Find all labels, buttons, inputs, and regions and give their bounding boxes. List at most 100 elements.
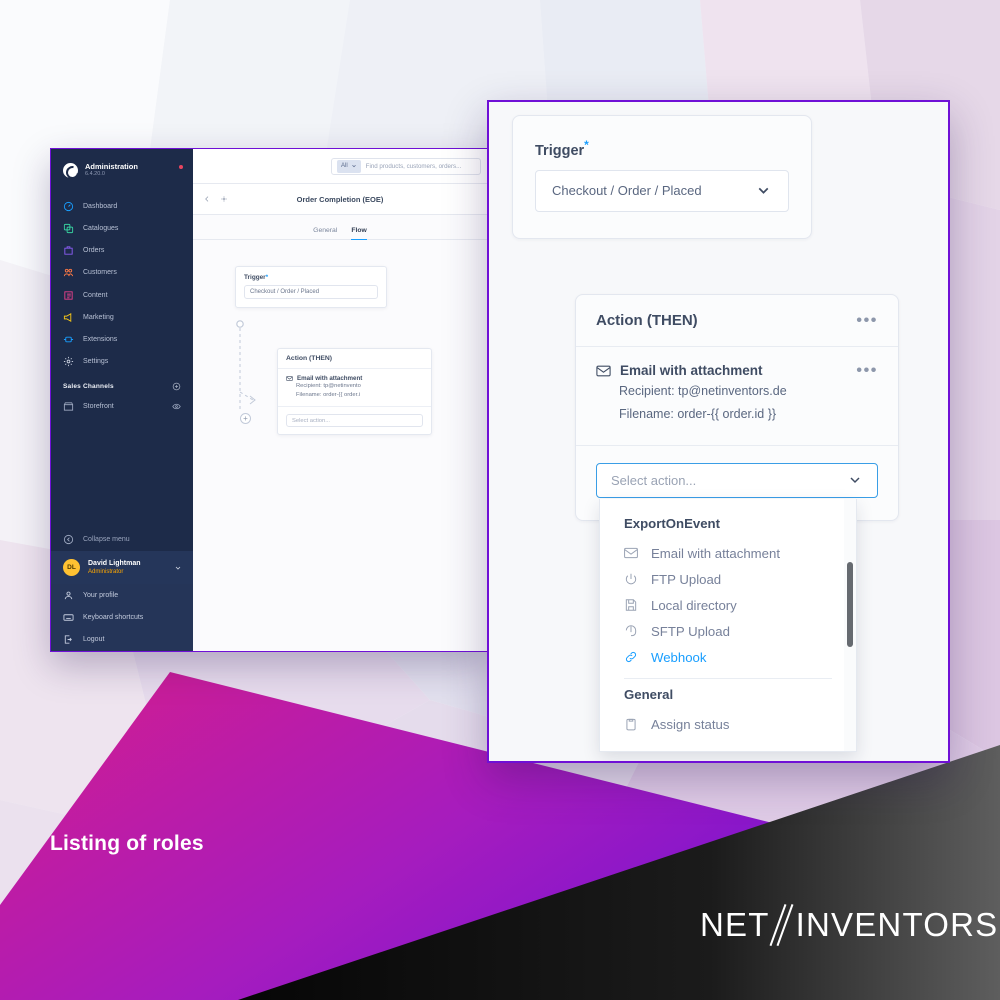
link-icon (625, 651, 637, 663)
plus-circle-icon[interactable] (172, 382, 181, 391)
sidebar-item-content[interactable]: Content (51, 284, 193, 306)
ellipsis-icon[interactable]: ••• (856, 313, 878, 328)
sidebar-item-label: Settings (83, 358, 109, 366)
global-search[interactable]: All Find products, customers, orders... (331, 157, 481, 175)
action-card-header: Action (THEN) ••• (576, 295, 898, 347)
action-dropdown-list[interactable]: ExportOnEvent Email with attachment FTP … (599, 499, 857, 752)
customers-icon (63, 269, 74, 277)
search-input[interactable]: Find products, customers, orders... (366, 163, 462, 170)
ftp-upload-icon (625, 573, 637, 585)
tab-general[interactable]: General (313, 227, 337, 240)
mini-select-action[interactable]: Select action... (286, 414, 423, 428)
dashboard-icon (63, 201, 74, 211)
logo-text-left: NET (700, 906, 770, 943)
sidebar-item-customers[interactable]: Customers (51, 262, 193, 284)
mini-action-header: Action (THEN) (278, 349, 431, 369)
sidebar-item-storefront[interactable]: Storefront (51, 396, 193, 418)
save-disk-icon (625, 599, 637, 611)
netinventors-logo: NET INVENTORS (700, 904, 998, 946)
menu-item-label: Your profile (83, 592, 119, 600)
sidebar-item-label: Content (83, 291, 108, 299)
chevron-down-icon[interactable] (174, 564, 182, 572)
avatar: DL (63, 559, 80, 577)
clipboard-icon (626, 718, 636, 731)
dropdown-item-label: Local directory (651, 597, 737, 613)
user-panel[interactable]: DL David Lightman Administrator (51, 551, 193, 585)
search-scope-dropdown[interactable]: All (337, 159, 361, 173)
envelope-icon (286, 376, 293, 381)
menu-item-keyboard-shortcuts[interactable]: Keyboard shortcuts (51, 607, 193, 629)
user-name: David Lightman (88, 560, 141, 568)
required-mark: * (584, 138, 589, 152)
sidebar-item-label: Extensions (83, 335, 118, 343)
dropdown-item-label: Assign status (651, 716, 730, 732)
ellipsis-icon[interactable]: ••• (856, 363, 878, 378)
dropdown-item-assign-status[interactable]: Assign status (600, 711, 856, 737)
chevron-down-icon (850, 477, 860, 484)
sidebar-item-label: Storefront (83, 403, 114, 411)
dropdown-group-title: General (624, 687, 674, 702)
menu-item-your-profile[interactable]: Your profile (51, 584, 193, 606)
sidebar-item-extensions[interactable]: Extensions (51, 328, 193, 350)
dropdown-scrollbar[interactable] (844, 499, 856, 751)
dropdown-item-local-directory[interactable]: Local directory (600, 592, 856, 618)
screenshot-stage: Administration 6.4.20.0 Dashboard Catalo… (0, 0, 1000, 1000)
sales-channels-label: Sales Channels (63, 382, 114, 390)
collapse-icon (63, 535, 74, 545)
user-role: Administrator (88, 568, 124, 575)
sidebar-item-settings[interactable]: Settings (51, 351, 193, 373)
sidebar-item-dashboard[interactable]: Dashboard (51, 195, 193, 217)
sidebar-item-label: Orders (83, 247, 105, 255)
dropdown-item-email-with-attachment[interactable]: Email with attachment (600, 540, 856, 566)
sidebar-item-label: Customers (83, 269, 117, 277)
menu-item-label: Keyboard shortcuts (83, 614, 144, 622)
collapse-menu-label: Collapse menu (83, 536, 130, 544)
tab-flow[interactable]: Flow (351, 227, 367, 240)
sftp-upload-icon (625, 625, 637, 637)
sidebar-bottom: Collapse menu DL David Lightman Administ… (51, 528, 193, 651)
dropdown-item-sftp-upload[interactable]: SFTP Upload (600, 618, 856, 644)
dropdown-item-label: FTP Upload (651, 571, 722, 587)
envelope-icon (624, 547, 638, 559)
envelope-icon (596, 365, 611, 376)
sidebar-brand[interactable]: Administration 6.4.20.0 (51, 149, 193, 188)
mini-trigger-label-text: Trigger (244, 274, 266, 281)
shopware-logo-icon (63, 162, 78, 178)
flow-connector (236, 320, 256, 412)
mini-trigger-select[interactable]: Checkout / Order / Placed (244, 285, 378, 299)
action-detail-recipient: Recipient: tp@netinventors.de (619, 384, 787, 398)
sidebar-item-catalogues[interactable]: Catalogues (51, 217, 193, 239)
select-action-combobox[interactable]: Select action... (596, 462, 878, 498)
keyboard-icon (63, 614, 74, 621)
select-action-placeholder: Select action... (611, 472, 697, 488)
required-mark: * (265, 274, 269, 281)
admin-window: Administration 6.4.20.0 Dashboard Catalo… (50, 148, 488, 652)
double-slash-icon (769, 904, 796, 946)
menu-item-label: Logout (83, 636, 105, 644)
orders-icon (64, 246, 73, 255)
extensions-icon (63, 336, 74, 343)
mini-action-filename: Filename: order-{{ order.i (296, 391, 361, 398)
logout-icon (64, 635, 72, 645)
dropdown-item-webhook[interactable]: Webhook (600, 644, 856, 670)
marketing-icon (63, 312, 72, 322)
admin-sidebar: Administration 6.4.20.0 Dashboard Catalo… (51, 149, 193, 651)
sidebar-item-orders[interactable]: Orders (51, 240, 193, 262)
menu-item-logout[interactable]: Logout (51, 629, 193, 651)
sidebar-item-marketing[interactable]: Marketing (51, 306, 193, 328)
dropdown-group-title: ExportOnEvent (624, 516, 720, 531)
dropdown-item-ftp-upload[interactable]: FTP Upload (600, 566, 856, 592)
sidebar-item-label: Dashboard (83, 202, 118, 210)
mini-action-item: Email with attachment (286, 375, 423, 382)
sidebar-section-sales-channels: Sales Channels (51, 373, 193, 396)
admin-tabs: General Flow (193, 215, 487, 240)
brand-name: Administration (85, 162, 138, 171)
scrollbar-thumb[interactable] (847, 562, 853, 647)
storefront-icon (63, 402, 74, 411)
flow-add-button[interactable]: + (240, 413, 251, 424)
sidebar-item-label: Catalogues (83, 225, 119, 233)
eye-icon[interactable] (172, 402, 181, 411)
collapse-menu-button[interactable]: Collapse menu (51, 528, 193, 551)
trigger-select[interactable]: Checkout / Order / Placed (535, 169, 789, 212)
action-detail-filename: Filename: order-{{ order.id }} (619, 407, 777, 422)
